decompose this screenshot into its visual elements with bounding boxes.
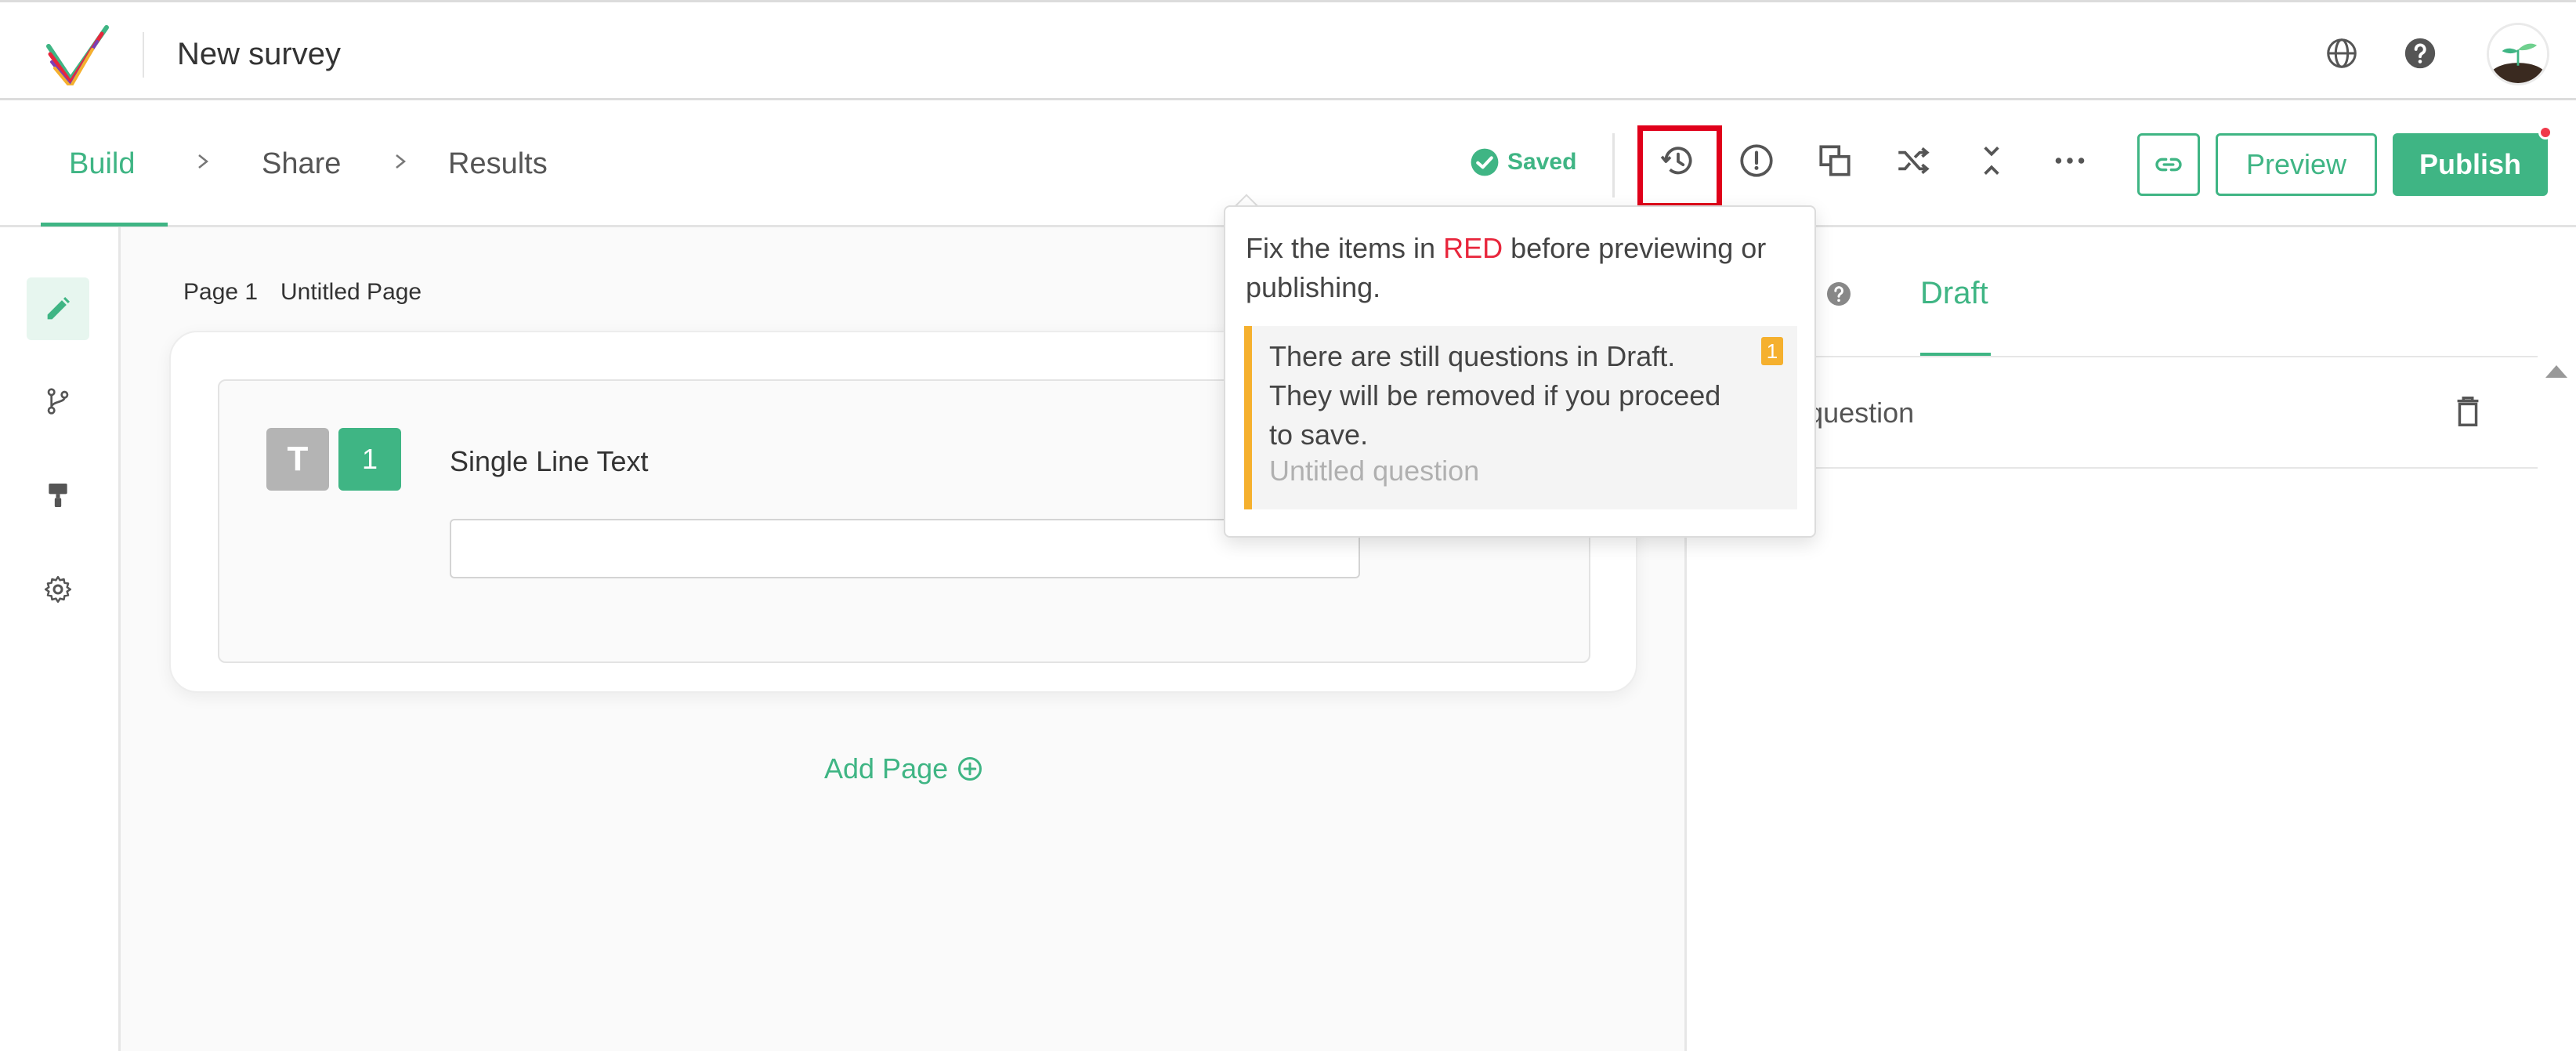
survey-title[interactable]: New survey: [177, 37, 341, 72]
tab-draft[interactable]: Draft: [1920, 276, 1988, 311]
more-icon: [2055, 158, 2085, 164]
chevron-right-icon: [396, 154, 407, 169]
draft-warning-item[interactable]: Untitled question: [1269, 455, 1479, 487]
help-icon[interactable]: [2402, 35, 2438, 71]
preview-button[interactable]: Preview: [2216, 133, 2377, 196]
sidebar-item-theme[interactable]: [27, 464, 89, 527]
app-logo[interactable]: [44, 23, 110, 85]
sidebar-item-settings[interactable]: [27, 558, 89, 621]
tab-build-underline: [41, 223, 168, 227]
shuffle-button[interactable]: [1890, 138, 1936, 183]
edit-icon: [47, 297, 70, 320]
settings-icon: [44, 575, 72, 603]
draft-warning-box: There are still questions in Draft. They…: [1244, 326, 1797, 509]
help-icon[interactable]: [1825, 280, 1853, 308]
more-button[interactable]: [2047, 138, 2093, 183]
sidebar-item-logic[interactable]: [27, 370, 89, 433]
copy-link-button[interactable]: [2137, 133, 2200, 196]
shuffle-icon: [1898, 147, 1930, 175]
paint-icon: [49, 484, 67, 507]
copy-button[interactable]: [1812, 138, 1858, 183]
history-highlight-box: [1637, 125, 1722, 208]
add-circle-icon: [958, 757, 982, 781]
tab-share[interactable]: Share: [262, 147, 341, 181]
chevron-right-icon: [198, 154, 209, 169]
warning-count-badge: 1: [1761, 337, 1783, 365]
validation-popover: Fix the items in RED before previewing o…: [1224, 205, 1816, 538]
collapse-icon: [1984, 147, 1999, 175]
collapse-button[interactable]: [1969, 138, 2014, 183]
draft-warning-text: There are still questions in Draft. They…: [1269, 340, 1721, 451]
popover-message: Fix the items in RED before previewing o…: [1246, 229, 1794, 307]
link-icon: [2155, 158, 2182, 172]
notification-dot: [2538, 125, 2552, 140]
trash-icon[interactable]: [2450, 392, 2486, 431]
check-circle-icon: [1471, 148, 1499, 176]
tab-results[interactable]: Results: [448, 147, 548, 181]
question-number-badge: 1: [338, 428, 401, 491]
branch-icon: [47, 388, 69, 415]
question-type-badge: T: [266, 428, 329, 491]
popover-message-red: RED: [1443, 232, 1503, 264]
header-divider: [143, 32, 144, 78]
scroll-up-arrow[interactable]: [2545, 365, 2567, 378]
toolbar-divider: [1612, 133, 1615, 198]
copy-icon: [1819, 145, 1851, 176]
add-page-button[interactable]: Add Page: [824, 752, 984, 785]
right-panel: er Draft ntitled question: [1684, 227, 2576, 1051]
page-number-label: Page 1: [183, 279, 259, 305]
globe-icon[interactable]: [2324, 35, 2360, 71]
avatar[interactable]: [2487, 23, 2549, 85]
saved-label: Saved: [1507, 149, 1577, 175]
alert-icon: [1740, 144, 1773, 177]
add-page-label: Add Page: [824, 752, 949, 785]
alert-button[interactable]: [1734, 138, 1779, 183]
question-title[interactable]: Single Line Text: [450, 445, 649, 478]
popover-message-start: Fix the items in: [1246, 232, 1444, 264]
tab-build[interactable]: Build: [69, 147, 136, 181]
saved-status: Saved: [1470, 147, 1576, 177]
publish-button[interactable]: Publish: [2393, 133, 2548, 196]
top-bar: New survey: [0, 0, 2576, 100]
page-name[interactable]: Untitled Page: [280, 279, 421, 306]
left-sidebar: [0, 227, 121, 1051]
sidebar-item-edit[interactable]: [27, 277, 89, 340]
